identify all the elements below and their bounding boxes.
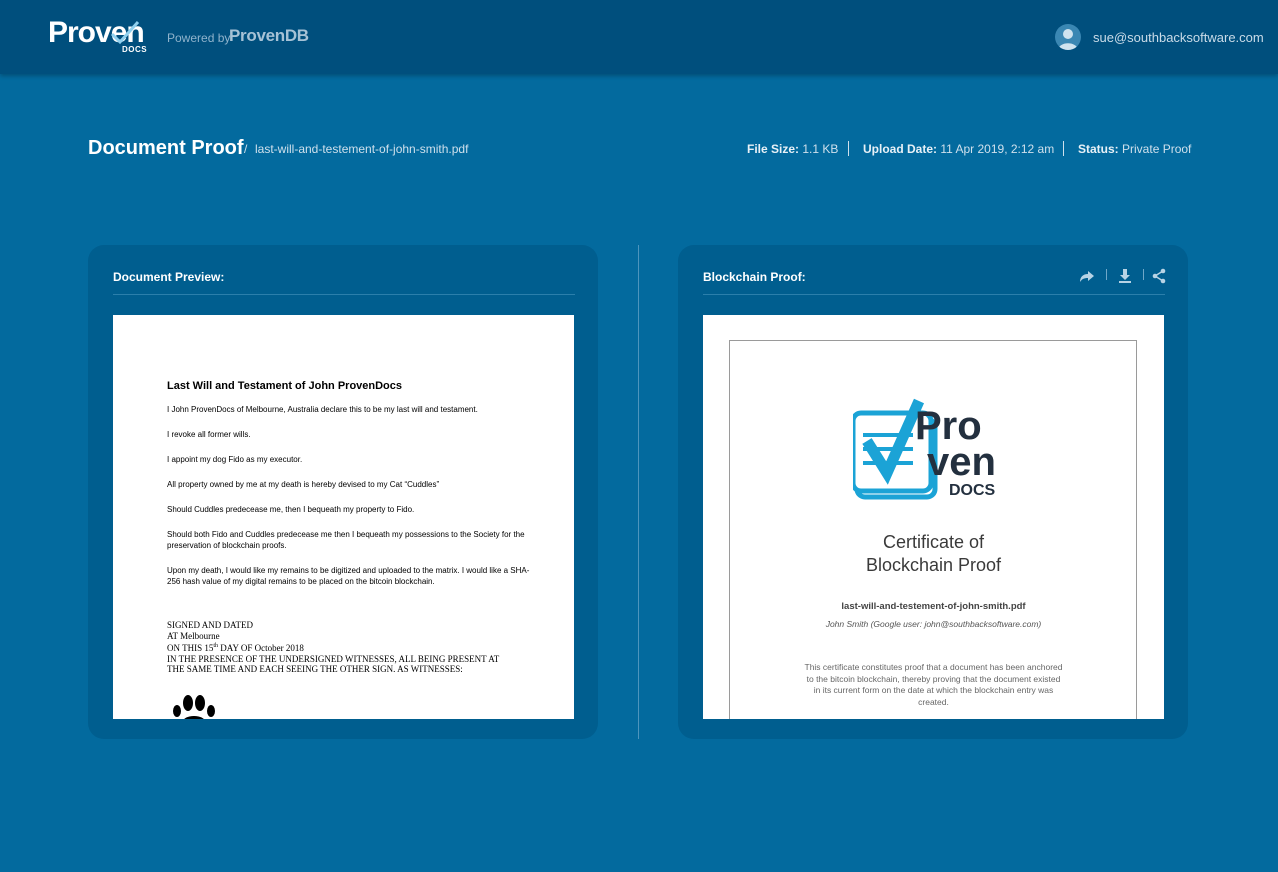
meta-divider: [848, 141, 849, 156]
meta-divider: [1063, 141, 1064, 156]
user-avatar-icon[interactable]: [1055, 24, 1081, 50]
upload-date-value: 11 Apr 2019, 2:12 am: [940, 142, 1055, 156]
panel-divider: [638, 245, 639, 739]
document-preview-title: Document Preview:: [113, 270, 225, 284]
svg-text:DOCS: DOCS: [949, 482, 996, 499]
status: Status: Private Proof: [1078, 142, 1191, 156]
certificate-page[interactable]: Pro ven DOCS Certificate of Blockchain P…: [703, 315, 1164, 719]
status-value: Private Proof: [1122, 142, 1192, 156]
upload-date: Upload Date: 11 Apr 2019, 2:12 am: [863, 142, 1054, 156]
page-title: Document Proof: [88, 137, 244, 159]
toolbar-separator: [1143, 269, 1144, 280]
breadcrumb-separator: /: [244, 142, 248, 156]
proven-docs-logo[interactable]: Proven DOCS: [48, 16, 152, 56]
status-label: Status:: [1078, 142, 1119, 156]
svg-text:ven: ven: [927, 440, 996, 484]
powered-by-label: Powered by: [167, 31, 231, 45]
file-size: File Size: 1.1 KB: [747, 142, 838, 156]
document-preview-panel: Document Preview: Last Will and Testamen…: [88, 245, 598, 739]
certificate-file-name: last-will-and-testement-of-john-smith.pd…: [841, 601, 1026, 612]
certificate-user: John Smith (Google user: john@southbacks…: [825, 619, 1042, 629]
will-text: Last Will and Testament of John ProvenDo…: [167, 380, 537, 601]
certificate-description: This certificate constitutes proof that …: [804, 662, 1063, 707]
will-paragraph: I appoint my dog Fido as my executor.: [167, 455, 303, 464]
download-icon[interactable]: [1116, 267, 1134, 285]
top-bar: Proven DOCS Powered by ProvenDB sue@sout…: [0, 0, 1278, 74]
blockchain-proof-title: Blockchain Proof:: [703, 270, 806, 284]
will-heading: Last Will and Testament of John ProvenDo…: [167, 380, 403, 392]
file-size-value: 1.1 KB: [802, 142, 839, 156]
divider: [113, 294, 575, 295]
signed-line: ON THIS 15th DAY OF October 2018: [167, 643, 304, 653]
toolbar-separator: [1106, 269, 1107, 280]
upload-date-label: Upload Date:: [863, 142, 938, 156]
share-arrow-icon[interactable]: [1078, 267, 1096, 285]
breadcrumb-file-name: last-will-and-testement-of-john-smith.pd…: [255, 142, 469, 156]
share-nodes-icon[interactable]: [1150, 267, 1168, 285]
user-email[interactable]: sue@southbacksoftware.com: [1093, 30, 1264, 45]
powered-by-brand[interactable]: ProvenDB: [229, 26, 309, 46]
will-paragraph: Should both Fido and Cuddles predecease …: [167, 530, 525, 550]
will-paragraph: I John ProvenDocs of Melbourne, Australi…: [167, 405, 478, 414]
file-size-label: File Size:: [747, 142, 800, 156]
will-paragraph: All property owned by me at my death is …: [167, 480, 440, 489]
will-signature-block: SIGNED AND DATED AT Melbourne ON THIS 15…: [167, 620, 547, 675]
logo-check-icon: [110, 20, 140, 45]
will-paragraph: Should Cuddles predecease me, then I beq…: [167, 505, 415, 514]
paw-print-signature-icon: [173, 695, 215, 719]
signed-line: SIGNED AND DATED: [167, 620, 253, 630]
logo-subtext: DOCS: [122, 45, 148, 54]
signed-line: IN THE PRESENCE OF THE UNDERSIGNED WITNE…: [167, 653, 500, 664]
document-preview-page[interactable]: Last Will and Testament of John ProvenDo…: [113, 315, 574, 719]
signed-line: AT Melbourne: [167, 630, 220, 641]
will-paragraph: I revoke all former wills.: [167, 430, 251, 439]
divider: [703, 294, 1165, 295]
blockchain-proof-panel: Blockchain Proof: Pro ven DOCS Certifica…: [678, 245, 1188, 739]
certificate-title: Certificate of Blockchain Proof: [865, 532, 1002, 575]
will-paragraph: Upon my death, I would like my remains t…: [167, 566, 530, 586]
signed-line: THE SAME TIME AND EACH SEEING THE OTHER …: [167, 664, 463, 674]
proven-docs-certificate-logo: Pro ven DOCS: [853, 398, 996, 500]
